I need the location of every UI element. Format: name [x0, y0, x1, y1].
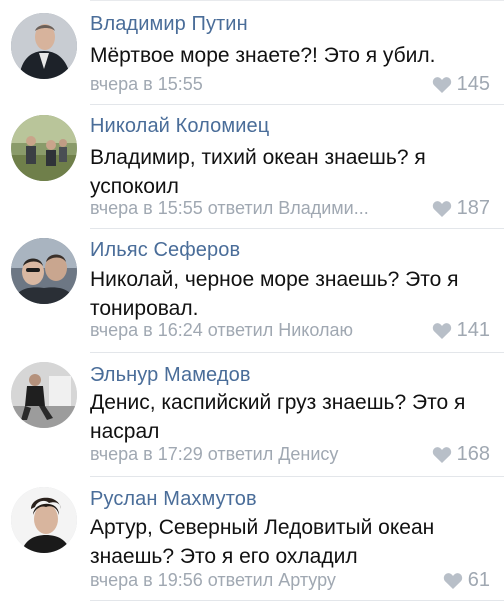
- comment-meta: вчера в 17:29 ответил Денису: [90, 444, 339, 464]
- comment-text: Владимир, тихий океан знаешь? я успокоил: [90, 146, 426, 198]
- group-outdoors-photo-icon: [11, 115, 77, 181]
- heart-icon: [432, 76, 452, 94]
- comments-feed: Владимир Путин Мёртвое море знаете?! Это…: [0, 0, 504, 604]
- comment-divider: [90, 104, 504, 105]
- person-in-suit-photo-icon: [11, 13, 77, 79]
- comment-author[interactable]: Руслан Махмутов: [90, 488, 257, 511]
- avatar[interactable]: [11, 362, 77, 428]
- comment-divider: [90, 228, 504, 229]
- like-count: 61: [467, 569, 490, 591]
- comment-author[interactable]: Владимир Путин: [90, 13, 248, 36]
- heart-icon: [443, 572, 463, 590]
- heart-icon: [432, 322, 452, 340]
- heart-icon: [432, 446, 452, 464]
- heart-icon: [432, 200, 452, 218]
- comment-author[interactable]: Николай Коломиец: [90, 115, 269, 138]
- avatar[interactable]: [11, 487, 77, 553]
- comment-text: Мёртвое море знаете?! Это я убил.: [90, 44, 436, 67]
- avatar[interactable]: [11, 13, 77, 79]
- comment-text: Артур, Северный Ледовитый океан знаешь? …: [90, 516, 435, 568]
- like-button[interactable]: 61: [443, 569, 490, 592]
- comment-meta: вчера в 19:56 ответил Артуру: [90, 570, 336, 590]
- comment-author[interactable]: Эльнур Мамедов: [90, 364, 251, 387]
- comment-meta: вчера в 16:24 ответил Николаю: [90, 320, 353, 340]
- top-divider: [90, 0, 504, 1]
- like-count: 141: [456, 319, 490, 341]
- comment-meta: вчера в 15:55: [90, 74, 203, 94]
- comment-author[interactable]: Ильяс Сеферов: [90, 239, 240, 262]
- like-button[interactable]: 187: [432, 197, 490, 220]
- like-count: 168: [456, 443, 490, 465]
- comment-meta: вчера в 15:55 ответил Владими...: [90, 198, 369, 218]
- comment-divider: [90, 600, 504, 601]
- comment-text: Денис, каспийский груз знаешь? Это я нас…: [90, 391, 466, 443]
- two-faces-photo-icon: [11, 238, 77, 304]
- avatar[interactable]: [11, 238, 77, 304]
- comment-divider: [90, 352, 504, 353]
- portrait-photo-icon: [11, 487, 77, 553]
- comment-divider: [90, 476, 504, 477]
- like-count: 187: [456, 197, 490, 219]
- like-count: 145: [456, 73, 490, 95]
- like-button[interactable]: 141: [432, 319, 490, 342]
- comment-text: Николай, черное море знаешь? Это я тонир…: [90, 268, 459, 320]
- like-button[interactable]: 145: [432, 73, 490, 96]
- like-button[interactable]: 168: [432, 443, 490, 466]
- person-sitting-photo-icon: [11, 362, 77, 428]
- avatar[interactable]: [11, 115, 77, 181]
